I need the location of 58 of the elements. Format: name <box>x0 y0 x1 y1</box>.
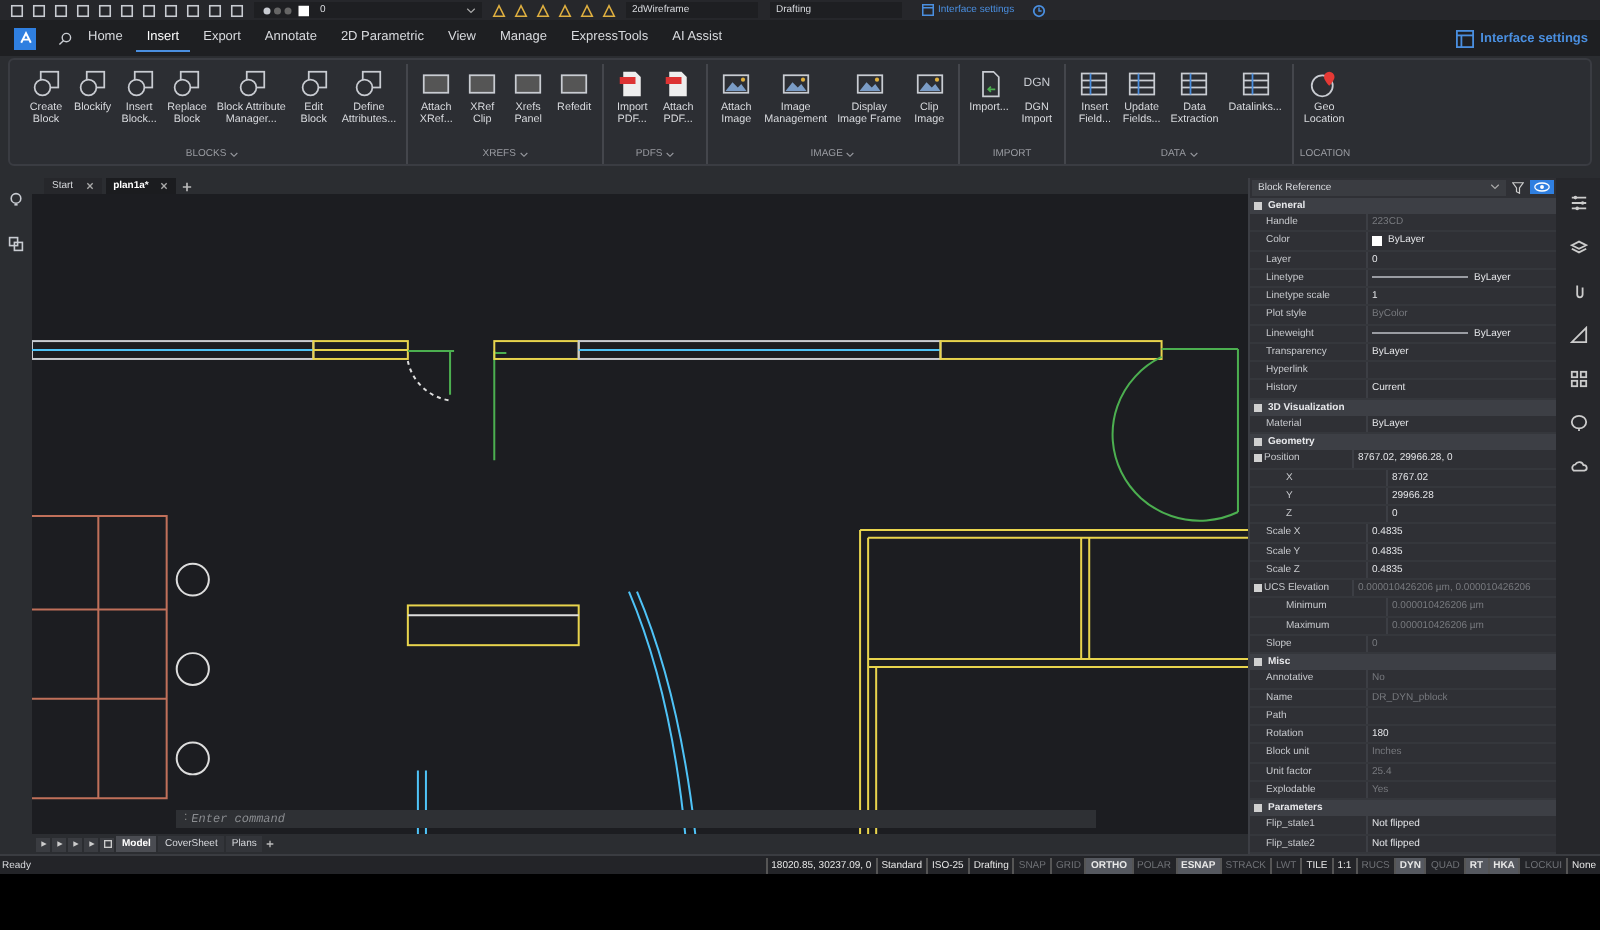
chevron-down-icon <box>666 151 675 157</box>
picture-icon <box>781 70 810 98</box>
collapse-icon[interactable] <box>1254 454 1262 463</box>
clock-icon[interactable] <box>1030 1 1049 19</box>
chevron-down-icon <box>846 151 855 157</box>
eye-icon[interactable] <box>1530 180 1554 195</box>
tab-scroll-button[interactable] <box>52 837 66 851</box>
chevron-down-icon <box>519 151 528 157</box>
square-circle-icon <box>172 70 201 98</box>
square-circle-icon <box>237 70 266 98</box>
tab-scroll-button[interactable] <box>68 837 82 851</box>
globe-pin-icon <box>1310 70 1339 98</box>
tab-scroll-button[interactable] <box>84 837 98 851</box>
picture-icon <box>915 70 944 98</box>
collapse-icon[interactable] <box>1254 584 1262 593</box>
tab-scroll-button[interactable] <box>36 837 50 851</box>
balloon-icon[interactable] <box>1569 414 1587 432</box>
lightbulb-icon[interactable] <box>6 190 26 210</box>
line-preview-icon <box>1372 332 1468 335</box>
sliders-icon[interactable] <box>1569 194 1587 212</box>
picture-icon <box>722 70 751 98</box>
filter-icon[interactable] <box>1510 179 1526 196</box>
chevron-down-icon <box>1490 184 1500 191</box>
color-swatch-icon <box>1372 235 1382 246</box>
window-icon <box>468 70 497 98</box>
app-logo-icon[interactable] <box>14 27 36 49</box>
pdf-document-icon <box>664 70 693 98</box>
table-icon <box>1127 70 1156 98</box>
square-circle-icon <box>299 70 328 98</box>
table-icon <box>1080 70 1109 98</box>
plus-icon[interactable] <box>264 838 277 850</box>
layers-icon[interactable] <box>6 234 26 254</box>
window-icon <box>922 4 934 16</box>
square-circle-icon <box>32 70 60 98</box>
window-icon <box>1456 29 1475 47</box>
line-preview-icon <box>1372 276 1468 279</box>
triangle-ruler-icon[interactable] <box>1569 326 1587 344</box>
window-icon <box>560 70 589 98</box>
chevron-down-icon <box>1189 151 1198 157</box>
pdf-document-icon <box>618 70 647 98</box>
table-icon <box>1241 70 1270 98</box>
table-icon <box>1180 70 1209 98</box>
plus-icon[interactable] <box>180 180 195 194</box>
chevron-down-icon <box>230 151 239 157</box>
cloud-icon[interactable] <box>1569 458 1587 476</box>
square-circle-icon <box>125 70 154 98</box>
close-icon <box>85 182 94 190</box>
close-icon <box>160 182 169 190</box>
chevron-down-icon <box>466 7 476 13</box>
layers-icon[interactable] <box>1569 238 1587 256</box>
window-icon <box>422 70 451 98</box>
search-icon[interactable] <box>56 29 74 47</box>
tab-list-icon[interactable] <box>100 837 114 851</box>
square-circle-icon <box>78 70 107 98</box>
grid-icon[interactable] <box>1569 370 1587 388</box>
picture-icon <box>855 70 884 98</box>
window-icon <box>514 70 543 98</box>
square-circle-icon <box>354 70 383 98</box>
